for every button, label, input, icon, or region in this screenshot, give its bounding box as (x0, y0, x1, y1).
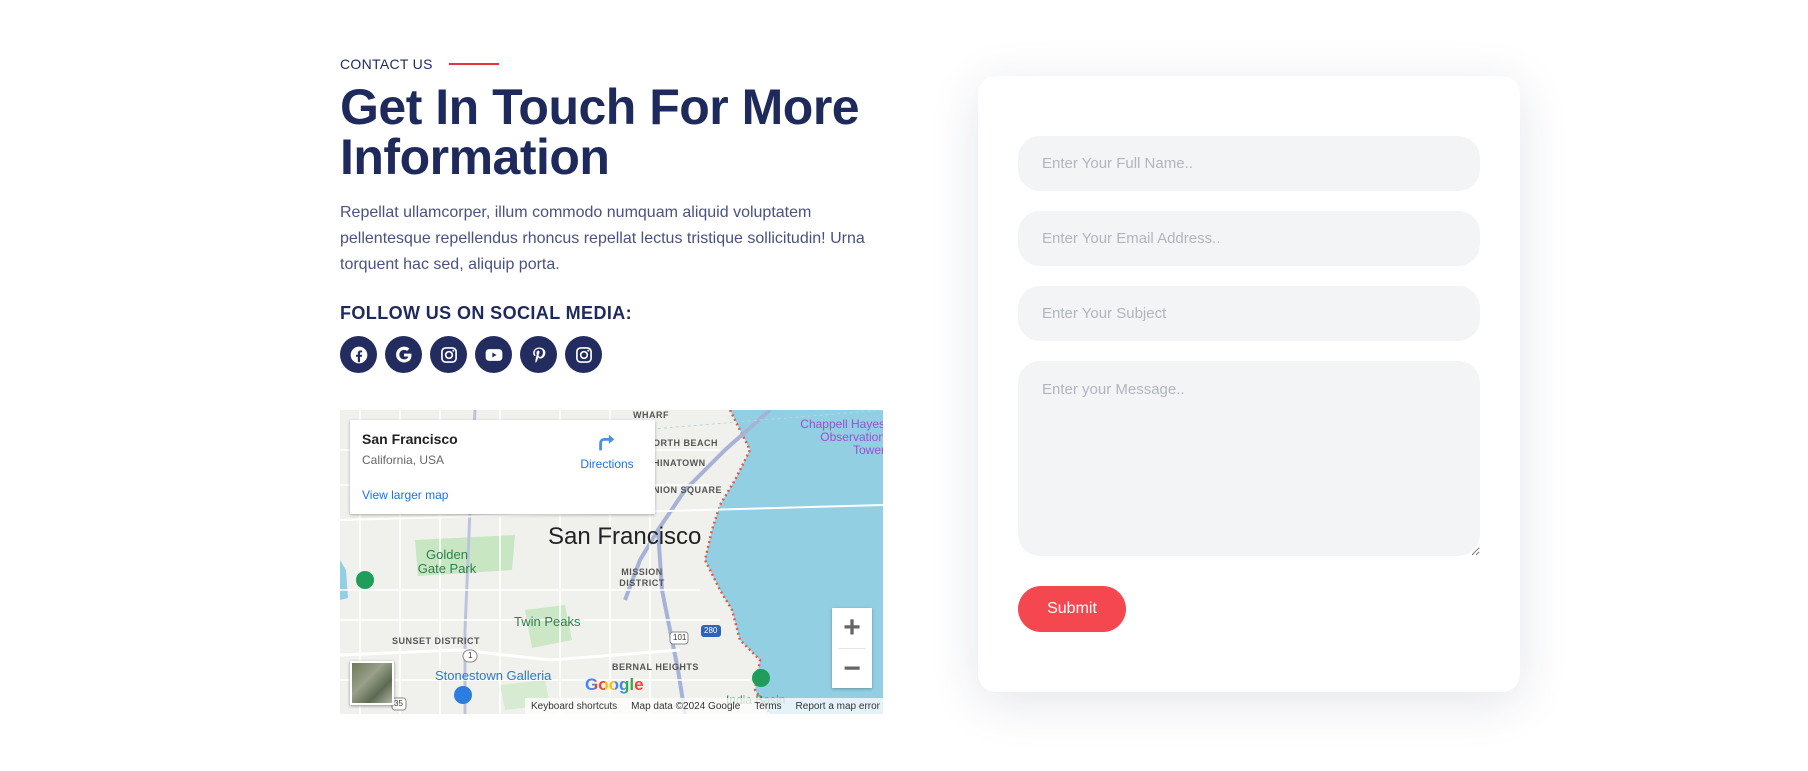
contact-form: Submit (978, 76, 1520, 692)
email-input[interactable] (1018, 211, 1480, 266)
message-textarea[interactable] (1018, 361, 1480, 556)
map-label-chappell: Chappell Hayes Observation Tower (800, 417, 883, 457)
map-label-union-square: UNION SQUARE (646, 485, 723, 495)
instagram-link[interactable] (430, 336, 467, 373)
youtube-link[interactable] (475, 336, 512, 373)
map-label-north-beach: NORTH BEACH (646, 438, 718, 448)
instagram-icon (440, 346, 457, 363)
map-label-twin-peaks: Twin Peaks (514, 614, 581, 629)
zoom-out-button[interactable]: − (832, 649, 872, 688)
directions-icon (599, 434, 615, 451)
terms-link[interactable]: Terms (754, 701, 781, 712)
social-heading: FOLLOW US ON SOCIAL MEDIA: (340, 303, 633, 323)
directions-label: Directions (580, 457, 634, 471)
facebook-icon (350, 346, 367, 363)
zoom-in-button[interactable]: + (832, 608, 872, 648)
instagram-link-2[interactable] (565, 336, 602, 373)
map-label-stonestown: Stonestown Galleria (435, 668, 552, 683)
social-links (340, 336, 880, 373)
map-label-sunset: SUNSET DISTRICT (392, 636, 481, 646)
facebook-link[interactable] (340, 336, 377, 373)
subject-input[interactable] (1018, 286, 1480, 341)
map-attribution: Keyboard shortcuts Map data ©2024 Google… (525, 698, 887, 714)
contact-intro: CONTACT US Get In Touch For More Informa… (340, 56, 880, 373)
google-icon (395, 346, 411, 362)
satellite-toggle-thumbnail[interactable] (350, 661, 394, 705)
keyboard-shortcuts-link[interactable]: Keyboard shortcuts (531, 701, 617, 712)
highway-101-label: 101 (673, 633, 687, 642)
view-larger-map-link[interactable]: View larger map (362, 488, 448, 502)
eyebrow-label: CONTACT US (340, 56, 433, 72)
directions-button[interactable]: Directions (577, 432, 637, 471)
instagram-icon (575, 346, 592, 363)
place-title: San Francisco (362, 431, 458, 447)
full-name-input[interactable] (1018, 136, 1480, 191)
google-logo: Google (585, 675, 644, 695)
map-label-wharf: WHARF (633, 410, 669, 420)
pinterest-icon (532, 347, 545, 363)
google-link[interactable] (385, 336, 422, 373)
map-label-bernal: BERNAL HEIGHTS (612, 662, 699, 672)
page-title: Get In Touch For More Information (340, 79, 860, 185)
map-city-label: San Francisco (548, 523, 702, 550)
highway-1-label: 1 (468, 651, 473, 660)
highway-35-label: 35 (394, 699, 403, 708)
submit-button[interactable]: Submit (1018, 586, 1126, 632)
intro-description: Repellat ullamcorper, illum commodo numq… (340, 204, 865, 273)
youtube-icon (485, 348, 502, 361)
map-label-mission: MISSION DISTRICT (619, 567, 665, 588)
place-subtitle: California, USA (362, 453, 445, 467)
eyebrow-divider (448, 63, 499, 65)
map-label-golden-gate: Golden Gate Park (417, 547, 477, 576)
report-error-link[interactable]: Report a map error (796, 701, 880, 712)
map-data-text: Map data ©2024 Google (631, 700, 741, 712)
map-zoom-controls: + − (832, 608, 872, 688)
map-place-card: San Francisco California, USA View large… (350, 420, 655, 514)
google-logo-text: Google (585, 675, 644, 694)
pinterest-link[interactable] (520, 336, 557, 373)
highway-280-label: 280 (704, 626, 718, 635)
eyebrow: CONTACT US (340, 56, 880, 72)
